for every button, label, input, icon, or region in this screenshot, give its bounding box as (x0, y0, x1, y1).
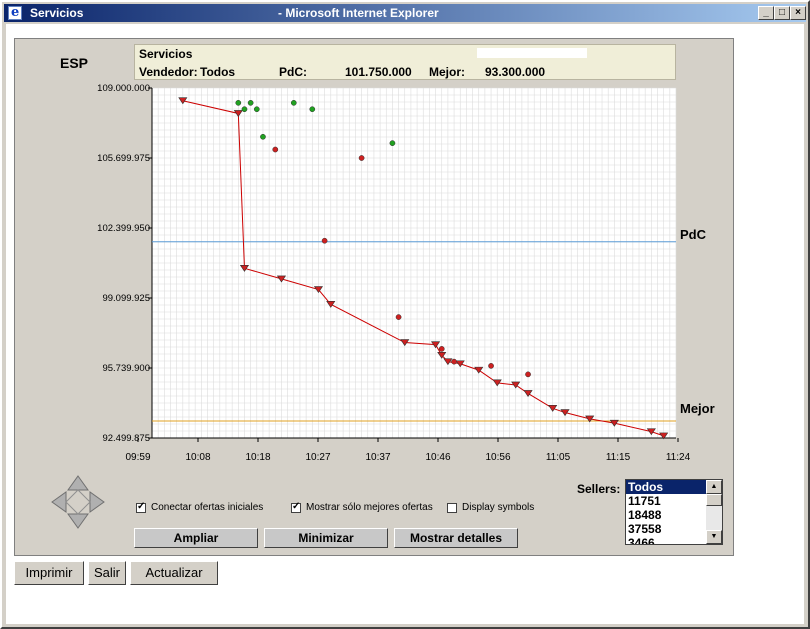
seller-item[interactable]: 11751 (626, 494, 706, 508)
checkbox-box[interactable] (447, 502, 457, 513)
x-tick-label: 09:59 (125, 452, 150, 463)
x-tick-label: 11:15 (606, 452, 631, 463)
minimizar-button[interactable]: Minimizar (264, 528, 388, 548)
offer-point (260, 133, 266, 140)
x-tick-label: 10:37 (365, 452, 390, 463)
navigation-arrows-icon[interactable] (48, 472, 108, 532)
checkbox-box[interactable] (291, 501, 301, 513)
conectar-ofertas-checkbox[interactable]: Conectar ofertas iniciales (136, 501, 264, 513)
mostrar-detalles-button[interactable]: Mostrar detalles (394, 528, 518, 548)
offer-point (272, 146, 279, 153)
mejor-line-label: Mejor (680, 401, 715, 416)
offer-point (358, 155, 365, 161)
checkbox-box[interactable] (136, 501, 146, 513)
y-tick-label: 92.499.875 (102, 433, 150, 444)
offer-point (395, 314, 402, 320)
sellers-scrollbar[interactable]: ▲ ▼ (706, 480, 722, 544)
salir-button[interactable]: Salir (88, 561, 126, 585)
x-tick-label: 10:27 (305, 452, 330, 463)
x-tick-label: 10:08 (185, 452, 210, 463)
offer-point (525, 371, 531, 378)
x-tick-label: 10:46 (425, 452, 450, 463)
checkbox-label: Mostrar sólo mejores ofertas (306, 502, 433, 513)
y-tick-label: 102.399.950 (97, 223, 150, 234)
seller-item[interactable]: 18488 (626, 508, 706, 522)
scroll-down-icon[interactable]: ▼ (706, 530, 722, 544)
sellers-label: Sellers: (577, 482, 621, 496)
offer-point (309, 106, 316, 113)
actualizar-button[interactable]: Actualizar (130, 561, 218, 585)
offer-point (321, 237, 328, 244)
x-tick-label: 11:24 (666, 452, 691, 463)
offer-point (488, 363, 494, 369)
x-tick-label: 10:18 (245, 452, 270, 463)
offer-point (438, 346, 445, 352)
offer-point (241, 106, 248, 113)
mostrar-mejores-checkbox[interactable]: Mostrar sólo mejores ofertas (291, 501, 433, 513)
scroll-up-icon[interactable]: ▲ (706, 480, 722, 494)
y-tick-label: 95.739.900 (102, 363, 150, 374)
offer-point (290, 99, 297, 106)
imprimir-button[interactable]: Imprimir (14, 561, 84, 585)
x-tick-label: 10:56 (485, 452, 510, 463)
offer-point (389, 140, 396, 147)
seller-item[interactable]: 3466 (626, 536, 706, 544)
pdc-line-label: PdC (680, 227, 706, 242)
display-symbols-checkbox[interactable]: Display symbols (447, 502, 534, 513)
offer-point (451, 358, 457, 365)
y-tick-label: 99.099.925 (102, 293, 150, 304)
ampliar-button[interactable]: Ampliar (134, 528, 258, 548)
checkbox-label: Conectar ofertas iniciales (151, 502, 264, 513)
x-tick-label: 11:05 (546, 452, 571, 463)
scroll-thumb[interactable] (706, 494, 722, 506)
offer-point (235, 99, 242, 106)
offer-point (253, 106, 260, 113)
offer-point (247, 99, 254, 106)
y-tick-label: 105.699.975 (97, 153, 150, 164)
seller-item[interactable]: Todos (626, 480, 706, 494)
sellers-listbox[interactable]: Todos 11751 18488 37558 3466 ▲ ▼ (625, 479, 723, 545)
y-tick-label: 109.000.000 (97, 83, 150, 94)
seller-item[interactable]: 37558 (626, 522, 706, 536)
checkbox-label: Display symbols (462, 502, 535, 513)
